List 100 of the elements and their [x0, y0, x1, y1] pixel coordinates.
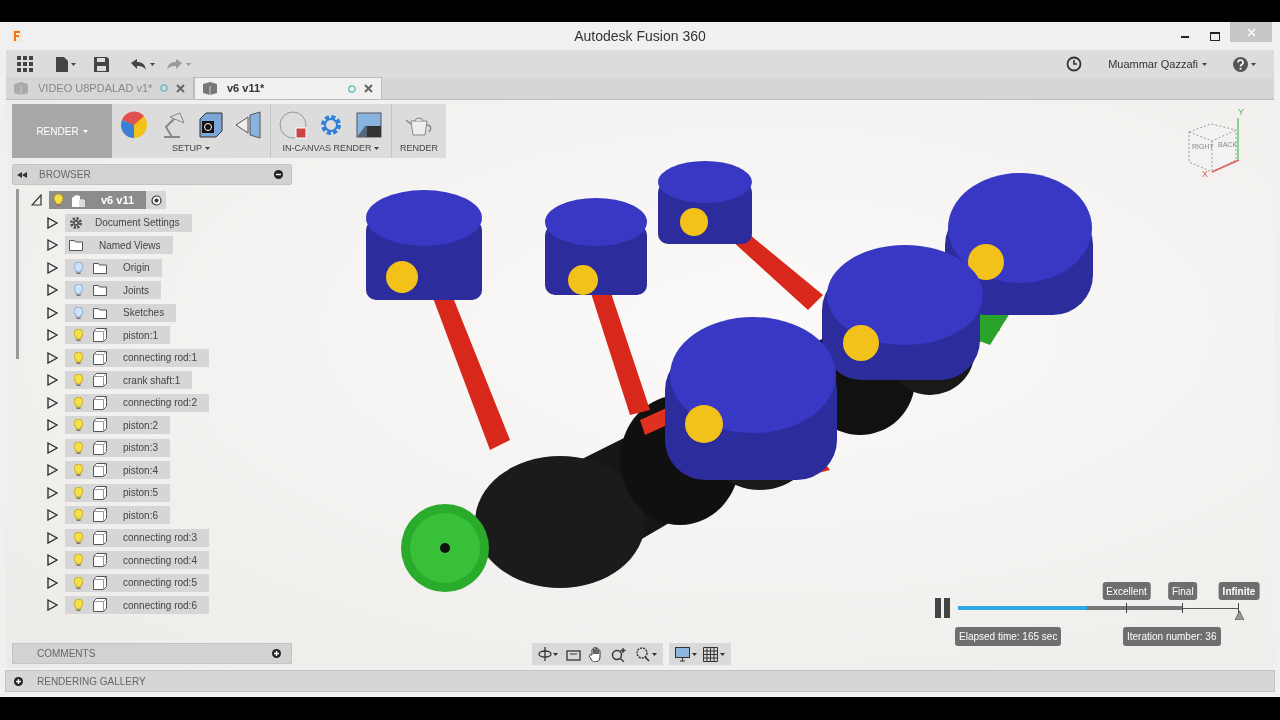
panel-title: RENDERING GALLERY — [37, 674, 146, 689]
quality-option[interactable]: Excellent — [1102, 582, 1151, 600]
tree-item[interactable]: connecting rod:5 — [65, 573, 209, 592]
expand-arrow[interactable] — [47, 283, 59, 298]
expand-arrow[interactable] — [47, 553, 59, 568]
folder-icon — [93, 284, 107, 297]
tree-item[interactable]: piston:6 — [65, 506, 171, 525]
collapsed-triangle-icon — [47, 216, 58, 229]
expand-arrow[interactable] — [47, 485, 59, 500]
tree-item[interactable]: piston:5 — [65, 483, 171, 502]
ribbon-group-label[interactable]: RENDER — [400, 142, 438, 156]
ribbon-group-label[interactable]: SETUP — [172, 142, 210, 156]
elapsed-time-label: Elapsed time: 165 sec — [955, 627, 1062, 646]
close-icon[interactable] — [176, 83, 185, 93]
expand-arrow[interactable] — [31, 193, 43, 208]
caret-icon — [1251, 62, 1256, 66]
cube-outline-icon — [93, 485, 107, 500]
collapsed-triangle-icon — [47, 396, 58, 409]
tree-item[interactable]: piston:3 — [65, 438, 171, 457]
collapsed-triangle-icon — [47, 441, 58, 454]
undo-button[interactable] — [131, 58, 155, 70]
collapsed-triangle-icon — [47, 554, 58, 567]
zoom-window-icon[interactable] — [635, 646, 657, 662]
triangle-pointer-icon — [1234, 611, 1244, 620]
maximize-icon — [1210, 31, 1220, 41]
activate-button[interactable] — [146, 191, 167, 210]
document-tab[interactable]: v6 v11* — [194, 77, 382, 99]
expand-arrow[interactable] — [47, 328, 59, 343]
look-at-icon[interactable] — [566, 647, 581, 661]
monitor-icon[interactable] — [675, 646, 697, 662]
help-button[interactable] — [1233, 56, 1256, 72]
panel-title: BROWSER — [39, 168, 91, 182]
folder-icon — [69, 239, 83, 252]
axis-label: X — [1202, 168, 1208, 181]
tree-item[interactable]: piston:1 — [65, 326, 171, 345]
decal-cube-icon[interactable] — [196, 111, 224, 139]
quality-option[interactable]: Infinite — [1218, 582, 1260, 600]
expand-arrow[interactable] — [47, 598, 59, 613]
scene-settings-icon[interactable] — [120, 111, 148, 139]
tree-item[interactable]: piston:2 — [65, 416, 171, 435]
zoom-icon[interactable] — [611, 646, 627, 662]
save-image-icon[interactable] — [355, 111, 383, 139]
sphere-render-icon[interactable] — [279, 111, 307, 139]
component-icon — [71, 193, 85, 207]
save-button[interactable] — [94, 56, 109, 72]
expand-arrow[interactable] — [47, 530, 59, 545]
texture-map-icon[interactable] — [234, 111, 262, 139]
expand-arrow[interactable] — [47, 508, 59, 523]
cube-outline-icon — [93, 350, 107, 365]
tree-item[interactable]: Joints — [65, 281, 162, 300]
folder-icon — [93, 261, 107, 274]
collapsed-triangle-icon — [47, 329, 58, 342]
add-comment-button[interactable] — [272, 649, 281, 658]
app-logo-icon — [12, 30, 22, 42]
quality-option[interactable]: Final — [1167, 582, 1198, 600]
expand-arrow[interactable] — [47, 215, 59, 230]
tree-item[interactable]: connecting rod:1 — [65, 348, 209, 367]
tree-item[interactable]: piston:4 — [65, 461, 171, 480]
apps-grid-button[interactable] — [16, 55, 34, 73]
pan-hand-icon[interactable] — [589, 646, 603, 662]
collapse-panel-button[interactable] — [17, 171, 27, 178]
user-menu[interactable]: Muammar Qazzafi — [1108, 55, 1207, 73]
tree-item[interactable]: connecting rod:3 — [65, 528, 209, 547]
cube-outline-icon — [93, 508, 107, 523]
box-icon — [14, 81, 28, 95]
expand-arrow[interactable] — [47, 418, 59, 433]
expand-arrow[interactable] — [47, 260, 59, 275]
file-menu-button[interactable] — [56, 56, 76, 72]
tree-item[interactable]: connecting rod:6 — [65, 596, 209, 615]
caret-icon — [71, 62, 76, 66]
iteration-count-label: Iteration number: 36 — [1123, 627, 1221, 646]
minimize-icon — [1181, 34, 1189, 38]
tree-item[interactable]: Named Views — [65, 236, 173, 255]
expand-arrow[interactable] — [47, 373, 59, 388]
caret-icon — [205, 147, 210, 151]
expand-arrow[interactable] — [47, 395, 59, 410]
window-title: Autodesk Fusion 360 — [573, 26, 707, 46]
tree-item[interactable]: Document Settings — [65, 213, 192, 232]
expand-arrow[interactable] — [47, 440, 59, 455]
pause-button[interactable] — [935, 598, 951, 618]
expand-arrow[interactable] — [47, 238, 59, 253]
cube-outline-icon — [93, 530, 107, 545]
tree-item[interactable]: connecting rod:4 — [65, 551, 209, 570]
expand-gallery-button[interactable] — [14, 676, 23, 686]
tree-item[interactable]: Origin — [65, 258, 162, 277]
grid-icon[interactable] — [703, 646, 725, 662]
orbit-icon[interactable] — [538, 647, 558, 661]
collapse-button[interactable] — [274, 170, 283, 179]
close-icon[interactable] — [364, 84, 373, 93]
caret-icon — [374, 147, 380, 151]
tree-item[interactable]: Sketches — [65, 303, 177, 322]
expand-arrow[interactable] — [47, 463, 59, 478]
collapsed-triangle-icon — [47, 464, 58, 477]
tree-item[interactable]: crank shaft:1 — [65, 371, 193, 390]
tree-item[interactable]: connecting rod:2 — [65, 393, 209, 412]
expand-arrow[interactable] — [47, 305, 59, 320]
job-status-button[interactable] — [1066, 56, 1083, 72]
expand-arrow[interactable] — [47, 350, 59, 365]
expand-arrow[interactable] — [47, 575, 59, 590]
clock-icon — [1066, 56, 1083, 72]
